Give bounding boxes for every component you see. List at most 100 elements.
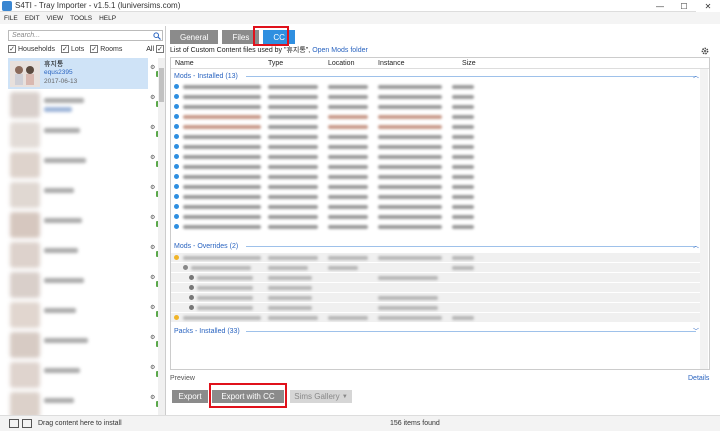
table-row[interactable] bbox=[171, 182, 701, 191]
household-thumbnail bbox=[10, 61, 40, 87]
list-item-thumbnail[interactable] bbox=[10, 272, 40, 298]
table-row[interactable] bbox=[171, 212, 701, 221]
table-row[interactable] bbox=[171, 313, 701, 322]
list-item[interactable] bbox=[44, 368, 80, 373]
section-mods-overrides[interactable]: Mods - Overrides (2) bbox=[174, 241, 238, 251]
table-row[interactable] bbox=[171, 172, 701, 181]
list-item[interactable] bbox=[44, 98, 84, 103]
table-row[interactable] bbox=[171, 82, 701, 91]
search-icon[interactable] bbox=[152, 31, 162, 41]
menu-view[interactable]: VIEW bbox=[47, 15, 64, 22]
list-item[interactable] bbox=[44, 308, 76, 313]
list-item-thumbnail[interactable] bbox=[10, 92, 40, 118]
section-mods-installed[interactable]: Mods - Installed (13) bbox=[174, 71, 238, 81]
open-mods-folder-link[interactable]: Open Mods folder bbox=[312, 47, 368, 54]
search-input[interactable]: Search... bbox=[9, 32, 152, 39]
menu-edit[interactable]: EDIT bbox=[25, 15, 40, 22]
item-creator[interactable]: equs2395 bbox=[44, 69, 73, 76]
table-row[interactable] bbox=[171, 152, 701, 161]
table-header: Name Type Location Instance Size bbox=[171, 58, 709, 69]
table-row[interactable] bbox=[171, 162, 701, 171]
list-item[interactable] bbox=[44, 278, 84, 283]
section-divider bbox=[246, 246, 696, 247]
search-box[interactable]: Search... bbox=[8, 30, 163, 41]
table-row[interactable] bbox=[171, 253, 701, 262]
column-type[interactable]: Type bbox=[268, 60, 283, 67]
filter-all[interactable]: All ✓ bbox=[146, 45, 164, 53]
list-item[interactable] bbox=[44, 107, 72, 112]
export-button[interactable]: Export bbox=[172, 390, 208, 403]
list-item-thumbnail[interactable] bbox=[10, 152, 40, 178]
status-bar: Drag content here to install 156 items f… bbox=[0, 415, 720, 431]
column-name[interactable]: Name bbox=[175, 60, 194, 67]
table-row[interactable] bbox=[171, 192, 701, 201]
table-row[interactable] bbox=[171, 293, 701, 302]
list-item[interactable] bbox=[44, 398, 74, 403]
filter-rooms[interactable]: ✓ Rooms bbox=[90, 45, 122, 53]
table-row[interactable] bbox=[171, 112, 701, 121]
checkbox-icon[interactable]: ✓ bbox=[90, 45, 99, 53]
section-divider bbox=[246, 76, 696, 77]
tray-icon: ⚙ bbox=[150, 65, 156, 71]
table-row[interactable] bbox=[171, 92, 701, 101]
table-row[interactable] bbox=[171, 283, 701, 292]
list-item[interactable] bbox=[44, 338, 88, 343]
table-row[interactable] bbox=[171, 303, 701, 312]
list-item-thumbnail[interactable] bbox=[10, 212, 40, 238]
table-scrollbar[interactable] bbox=[700, 69, 708, 369]
sidebar-scrollbar[interactable] bbox=[158, 58, 165, 415]
chevron-down-icon[interactable]: ﹀ bbox=[693, 326, 699, 335]
details-link[interactable]: Details bbox=[688, 375, 709, 382]
list-item[interactable] bbox=[44, 188, 74, 193]
grid-view-icon[interactable] bbox=[22, 419, 32, 428]
table-row[interactable] bbox=[171, 273, 701, 282]
list-view-icon[interactable] bbox=[9, 419, 19, 428]
item-date: 2017-06-13 bbox=[44, 78, 78, 85]
preview-label: Preview bbox=[170, 375, 195, 382]
list-item[interactable] bbox=[44, 218, 82, 223]
list-item-thumbnail[interactable] bbox=[10, 362, 40, 388]
menu-file[interactable]: FILE bbox=[4, 15, 18, 22]
column-size[interactable]: Size bbox=[462, 60, 476, 67]
table-row[interactable] bbox=[171, 142, 701, 151]
filter-households[interactable]: ✓ Households bbox=[8, 45, 55, 53]
column-instance[interactable]: Instance bbox=[378, 60, 404, 67]
filter-lots[interactable]: ✓ Lots bbox=[60, 45, 84, 53]
gear-icon[interactable] bbox=[700, 46, 710, 56]
dropdown-arrow-icon[interactable]: ▼ bbox=[342, 394, 348, 400]
app-icon bbox=[2, 0, 12, 11]
close-button[interactable]: ✕ bbox=[696, 0, 720, 12]
sims-gallery-button[interactable]: Sims Gallery ▼ bbox=[290, 390, 352, 403]
checkbox-icon[interactable]: ✓ bbox=[156, 45, 164, 53]
table-row[interactable] bbox=[171, 202, 701, 211]
filter-row: ✓ Households ✓ Lots ✓ Rooms All ✓ bbox=[8, 44, 166, 54]
list-item[interactable] bbox=[44, 128, 80, 133]
checkbox-icon[interactable]: ✓ bbox=[60, 45, 69, 53]
scrollbar-thumb[interactable] bbox=[159, 68, 164, 102]
menu-tools[interactable]: TOOLS bbox=[70, 15, 92, 22]
section-packs-installed[interactable]: Packs - Installed (33) bbox=[174, 326, 240, 336]
chevron-up-icon[interactable]: ︿ bbox=[693, 241, 699, 250]
maximize-button[interactable]: ☐ bbox=[672, 0, 696, 12]
list-item-thumbnail[interactable] bbox=[10, 242, 40, 268]
table-row[interactable] bbox=[171, 222, 701, 231]
list-item[interactable] bbox=[44, 248, 78, 253]
list-item[interactable] bbox=[44, 158, 86, 163]
tray-item-list[interactable]: 휴지통 equs2395 2017-06-13 ⚙ ⚙ ⚙ ⚙ ⚙ ⚙ ⚙ ⚙ … bbox=[8, 58, 166, 418]
tray-item-selected[interactable]: 휴지통 equs2395 2017-06-13 bbox=[8, 58, 148, 89]
table-row[interactable] bbox=[171, 263, 701, 272]
checkbox-icon[interactable]: ✓ bbox=[8, 45, 16, 53]
column-location[interactable]: Location bbox=[328, 60, 354, 67]
chevron-up-icon[interactable]: ︿ bbox=[693, 71, 699, 80]
tab-general[interactable]: General bbox=[170, 30, 219, 44]
menu-help[interactable]: HELP bbox=[99, 15, 116, 22]
list-item-thumbnail[interactable] bbox=[10, 332, 40, 358]
table-row[interactable] bbox=[171, 102, 701, 111]
cc-tab-highlight bbox=[253, 26, 289, 46]
minimize-button[interactable]: — bbox=[648, 0, 672, 12]
list-item-thumbnail[interactable] bbox=[10, 302, 40, 328]
list-item-thumbnail[interactable] bbox=[10, 182, 40, 208]
table-row[interactable] bbox=[171, 122, 701, 131]
list-item-thumbnail[interactable] bbox=[10, 122, 40, 148]
table-row[interactable] bbox=[171, 132, 701, 141]
